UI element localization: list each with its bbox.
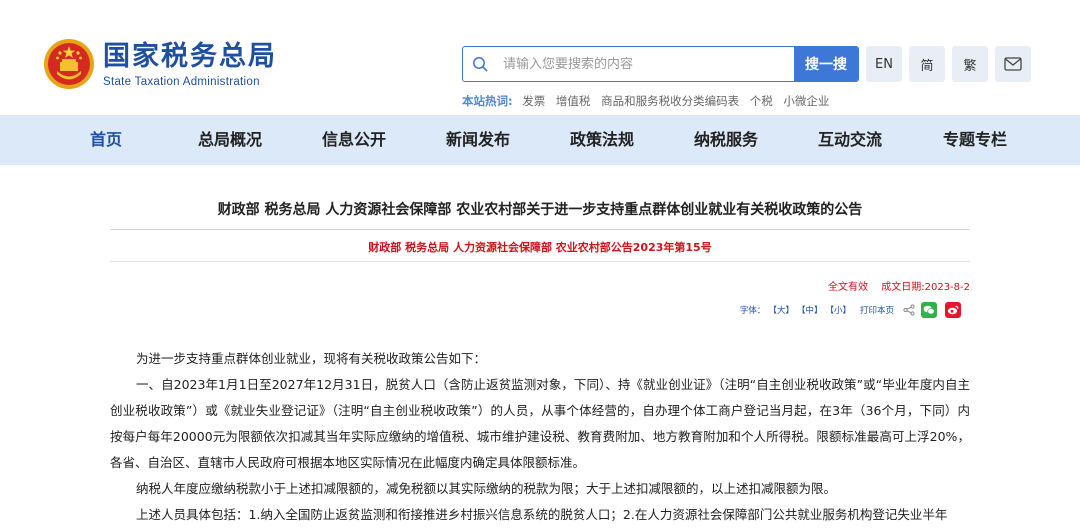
hot-keywords: 本站热词: 发票 增值税 商品和服务税收分类编码表 个税 小微企业	[462, 93, 836, 109]
wechat-share-icon[interactable]	[921, 302, 937, 318]
nav-item-tax-service[interactable]: 纳税服务	[671, 115, 781, 165]
document-date: 成文日期:2023-8-2	[881, 282, 970, 293]
article-paragraph: 为进一步支持重点群体创业就业，现将有关税收政策公告如下：	[136, 351, 487, 366]
site-logo[interactable]: 国家税务总局 State Taxation Administration	[43, 38, 277, 90]
nav-item-topics[interactable]: 专题专栏	[920, 115, 1030, 165]
search-icon[interactable]	[463, 47, 497, 81]
font-large-button[interactable]: 【大】	[768, 304, 794, 316]
article-tools: 字体： 【大】 【中】 【小】 打印本页	[740, 302, 964, 318]
hot-keywords-label: 本站热词:	[462, 94, 513, 108]
mail-button[interactable]	[995, 46, 1031, 82]
hot-keyword-link[interactable]: 个税	[750, 94, 773, 108]
language-traditional-button[interactable]: 繁	[952, 46, 988, 82]
title-divider	[110, 229, 970, 230]
validity-status: 全文有效	[828, 282, 869, 293]
site-header: 国家税务总局 State Taxation Administration 搜一搜…	[0, 0, 1080, 115]
nav-item-overview[interactable]: 总局概况	[175, 115, 285, 165]
nav-item-interaction[interactable]: 互动交流	[795, 115, 905, 165]
subtitle-divider	[110, 261, 970, 262]
search-input[interactable]	[497, 47, 794, 81]
font-medium-button[interactable]: 【中】	[797, 304, 823, 316]
search-button[interactable]: 搜一搜	[794, 47, 858, 81]
print-button[interactable]: 打印本页	[860, 304, 894, 316]
nav-item-disclosure[interactable]: 信息公开	[299, 115, 409, 165]
nav-item-home[interactable]: 首页	[51, 115, 161, 165]
article-paragraph: 上述人员具体包括：1.纳入全国防止返贫监测和衔接推进乡村振兴信息系统的脱贫人口；…	[136, 507, 948, 522]
national-emblem-icon	[44, 39, 94, 89]
article-document-number: 财政部 税务总局 人力资源社会保障部 农业农村部公告2023年第15号	[368, 241, 712, 254]
article-paragraph: 一、自2023年1月1日至2027年12月31日，脱贫人口（含防止返贫监测对象，…	[110, 377, 970, 470]
main-nav: 首页 总局概况 信息公开 新闻发布 政策法规 纳税服务 互动交流 专题专栏	[0, 115, 1080, 165]
hot-keyword-link[interactable]: 发票	[522, 94, 545, 108]
font-size-label: 字体：	[739, 306, 766, 316]
logo-title: 国家税务总局	[103, 40, 277, 72]
article-title: 财政部 税务总局 人力资源社会保障部 农业农村部关于进一步支持重点群体创业就业有…	[217, 202, 863, 218]
nav-item-news[interactable]: 新闻发布	[423, 115, 533, 165]
nav-item-policy[interactable]: 政策法规	[547, 115, 657, 165]
mail-icon	[1004, 57, 1022, 71]
article-paragraph: 纳税人年度应缴纳税款小于上述扣减限额的，减免税额以其实际缴纳的税款为限；大于上述…	[136, 481, 837, 496]
hot-keyword-link[interactable]: 小微企业	[783, 94, 829, 108]
article-body: 为进一步支持重点群体创业就业，现将有关税收政策公告如下： 一、自2023年1月1…	[110, 346, 970, 528]
font-small-button[interactable]: 【小】	[825, 304, 851, 316]
hot-keyword-link[interactable]: 增值税	[556, 94, 591, 108]
share-icon[interactable]	[903, 304, 915, 316]
language-english-button[interactable]: EN	[866, 46, 902, 82]
weibo-share-icon[interactable]	[945, 302, 961, 318]
hot-keyword-link[interactable]: 商品和服务税收分类编码表	[601, 94, 739, 108]
article-meta: 全文有效 成文日期:2023-8-2	[828, 278, 970, 293]
search-box: 搜一搜	[462, 46, 859, 82]
logo-subtitle: State Taxation Administration	[103, 75, 260, 88]
language-simplified-button[interactable]: 简	[909, 46, 945, 82]
